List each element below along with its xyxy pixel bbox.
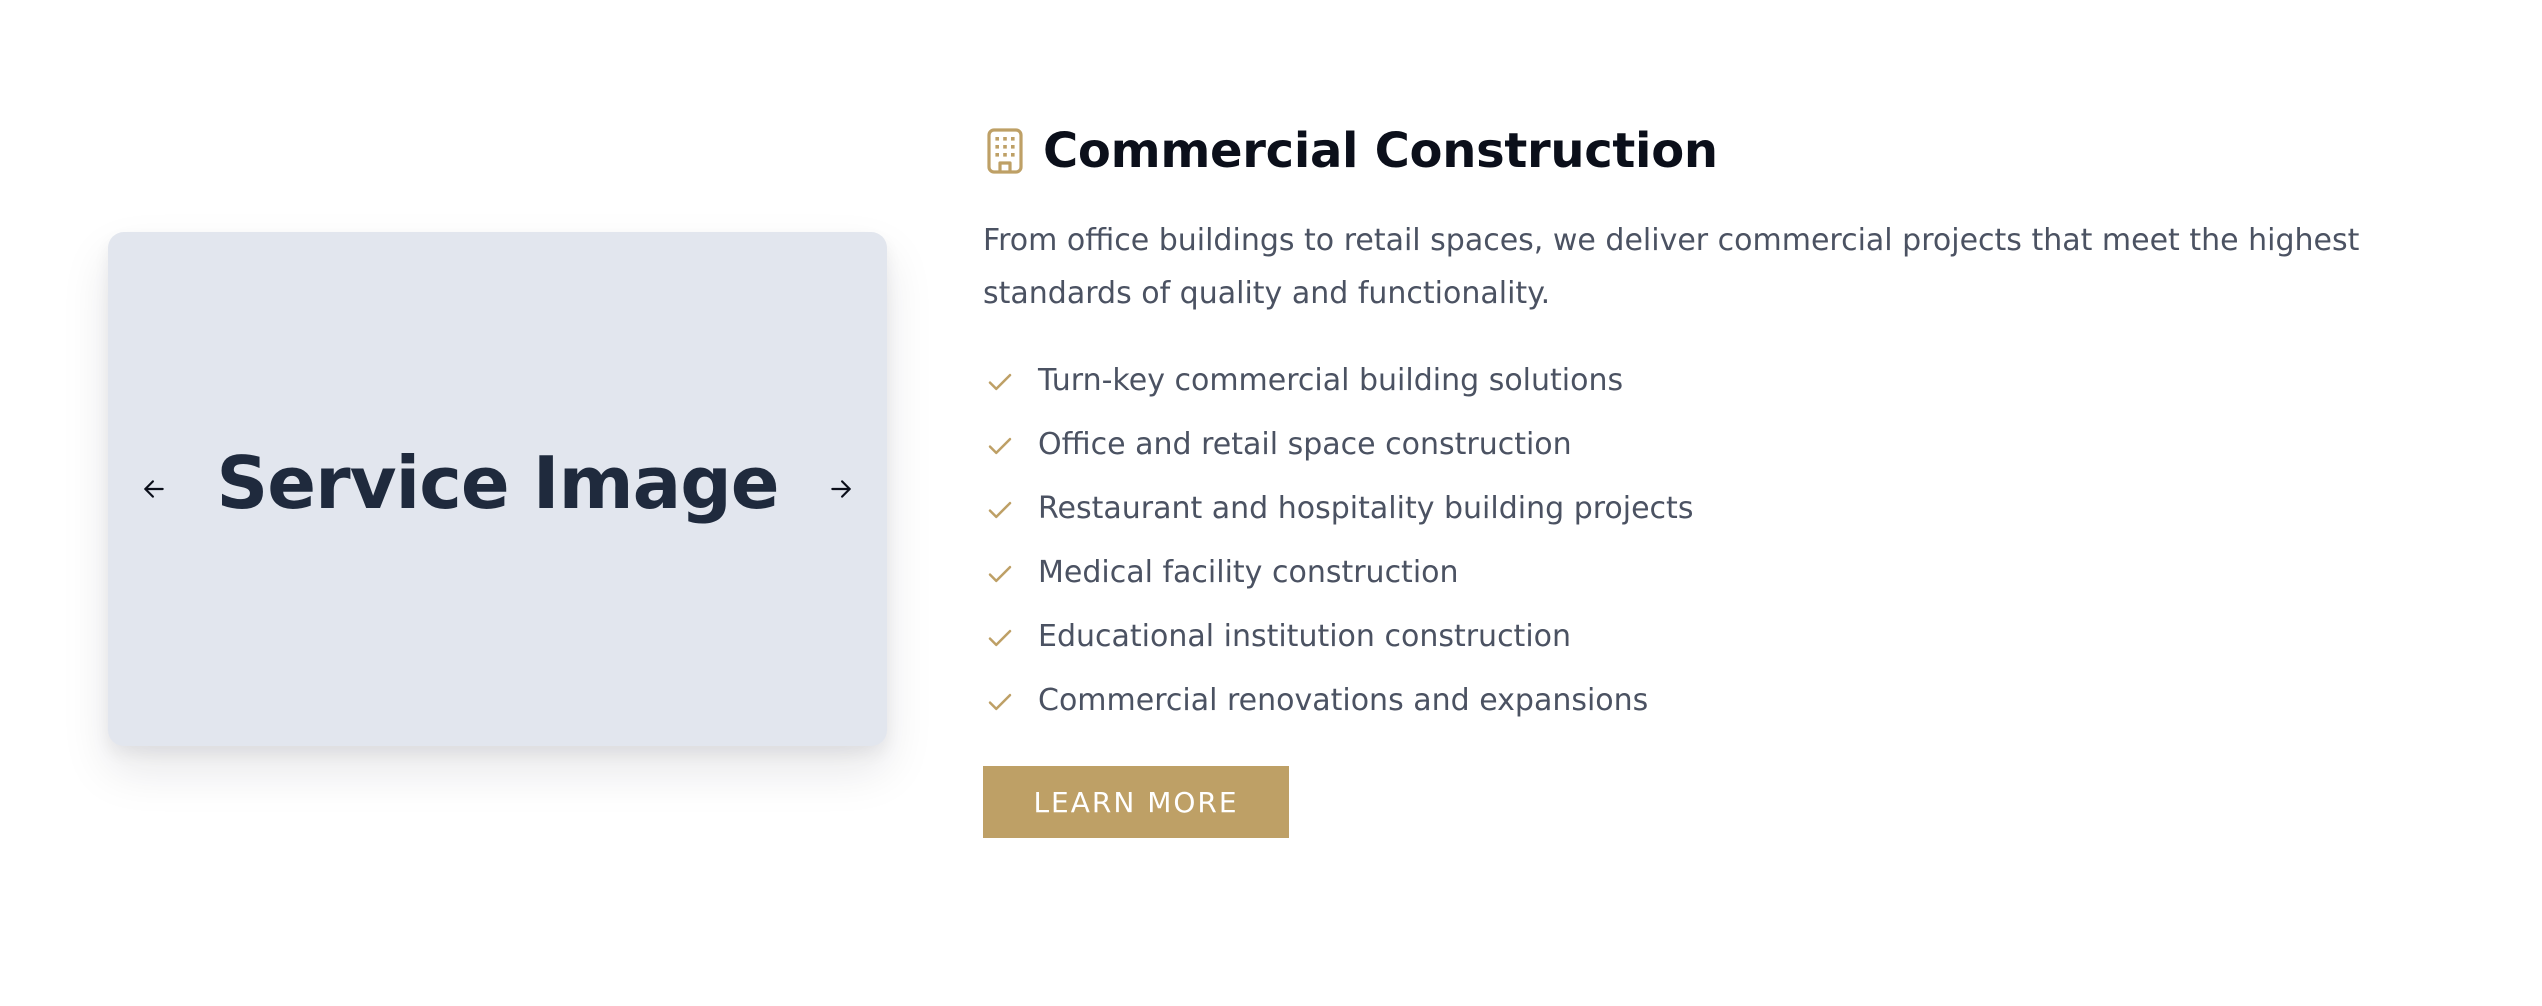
service-image-placeholder: Service Image — [216, 441, 779, 525]
feature-item: Restaurant and hospitality building proj… — [983, 476, 2463, 540]
feature-item: Commercial renovations and expansions — [983, 668, 2463, 732]
service-description: From office buildings to retail spaces, … — [983, 223, 2360, 311]
feature-text: Educational institution construction — [1038, 618, 1572, 654]
feature-text: Restaurant and hospitality building proj… — [1038, 490, 1694, 526]
check-icon — [983, 493, 1017, 527]
feature-text: Office and retail space construction — [1038, 426, 1572, 462]
check-icon — [983, 685, 1017, 719]
feature-item: Turn-key commercial building solutions — [983, 348, 2463, 412]
feature-text: Turn-key commercial building solutions — [1038, 362, 1624, 398]
carousel-next-button[interactable] — [819, 467, 863, 511]
service-image-carousel: Service Image — [108, 232, 887, 746]
feature-item: Medical facility construction — [983, 540, 2463, 604]
arrow-right-icon — [831, 480, 851, 498]
service-details: Commercial Construction From office buil… — [983, 118, 2463, 838]
carousel-prev-button[interactable] — [132, 467, 176, 511]
arrow-left-icon — [144, 480, 164, 498]
check-icon — [983, 365, 1017, 399]
service-header: Commercial Construction — [983, 118, 2463, 184]
feature-list: Turn-key commercial building solutions O… — [983, 348, 2463, 732]
feature-text: Medical facility construction — [1038, 554, 1459, 590]
service-title: Commercial Construction — [1043, 123, 1718, 179]
check-icon — [983, 557, 1017, 591]
learn-more-button[interactable]: LEARN MORE — [983, 766, 1289, 838]
building-icon — [983, 126, 1027, 176]
check-icon — [983, 429, 1017, 463]
check-icon — [983, 621, 1017, 655]
service-section: Service Image Commercial Construction Fr… — [0, 0, 2542, 1006]
feature-item: Office and retail space construction — [983, 412, 2463, 476]
feature-text: Commercial renovations and expansions — [1038, 682, 1649, 718]
feature-item: Educational institution construction — [983, 604, 2463, 668]
